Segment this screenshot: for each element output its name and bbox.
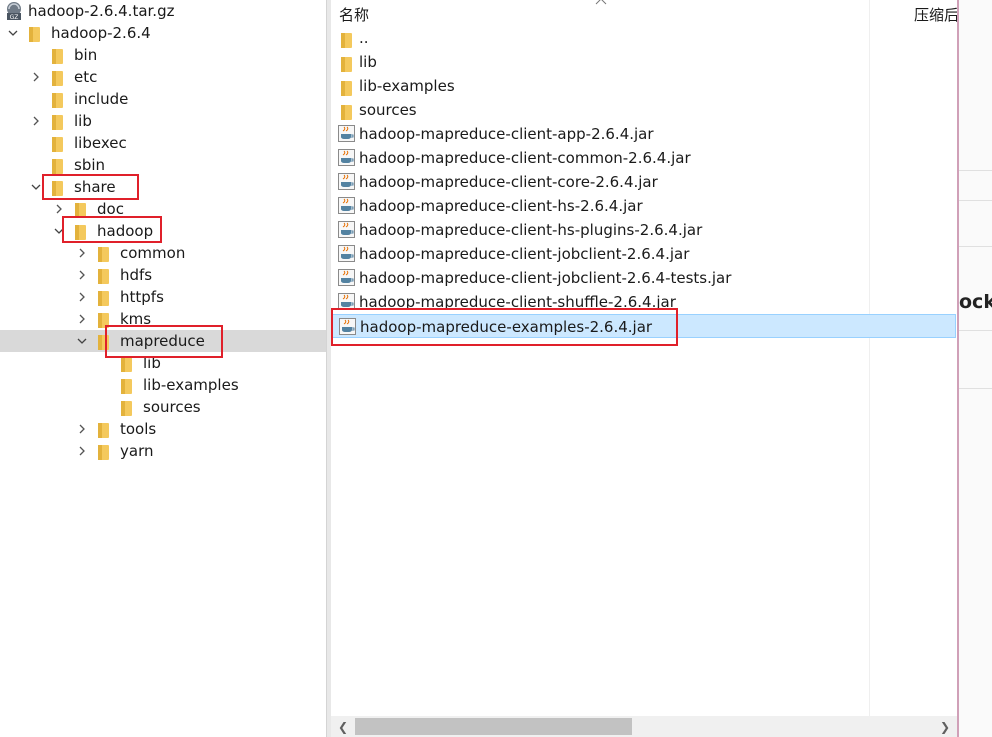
list-folder-row[interactable]: lib: [331, 50, 956, 74]
tree-item-bin[interactable]: bin: [0, 44, 326, 66]
folder-icon: [52, 114, 63, 130]
file-name: hadoop-mapreduce-client-app-2.6.4.jar: [359, 125, 654, 143]
tree-item-label: sources: [143, 398, 201, 416]
list-folder-row[interactable]: lib-examples: [331, 74, 956, 98]
list-file-row[interactable]: hadoop-mapreduce-client-hs-2.6.4.jar: [331, 194, 956, 218]
tree-root-archive[interactable]: GZ hadoop-2.6.4.tar.gz: [0, 0, 326, 22]
chevron-down-icon[interactable]: [29, 176, 43, 198]
list-file-row[interactable]: hadoop-mapreduce-client-app-2.6.4.jar: [331, 122, 956, 146]
folder-icon: [52, 92, 63, 108]
tree-item-etc[interactable]: etc: [0, 66, 326, 88]
column-header-compressed[interactable]: 压缩后: [914, 4, 957, 25]
folder-tree: GZ hadoop-2.6.4.tar.gz hadoop-2.6.4 bin et…: [0, 0, 326, 737]
chevron-down-icon[interactable]: [6, 22, 20, 44]
tree-item-libexec[interactable]: libexec: [0, 132, 326, 154]
tree-item-hadoop[interactable]: hadoop: [0, 220, 326, 242]
column-header: 名称 压缩后: [331, 0, 957, 26]
tree-item-doc[interactable]: doc: [0, 198, 326, 220]
tree-item-tools[interactable]: tools: [0, 418, 326, 440]
highlight-box-mapreduce: [105, 325, 223, 358]
folder-icon: [52, 136, 63, 152]
chevron-right-icon[interactable]: [75, 242, 89, 264]
folder-icon: [121, 356, 132, 372]
tree-item-yarn[interactable]: yarn: [0, 440, 326, 462]
folder-icon: [121, 378, 132, 394]
folder-icon: [98, 246, 109, 262]
column-header-name[interactable]: 名称: [339, 4, 369, 25]
tree-item-lib[interactable]: lib: [0, 110, 326, 132]
list-file-row[interactable]: hadoop-mapreduce-client-core-2.6.4.jar: [331, 170, 956, 194]
folder-icon: [52, 70, 63, 86]
list-file-row[interactable]: hadoop-mapreduce-client-hs-plugins-2.6.4…: [331, 218, 956, 242]
file-name: hadoop-mapreduce-client-core-2.6.4.jar: [359, 173, 658, 191]
file-name: hadoop-mapreduce-client-jobclient-2.6.4-…: [359, 269, 732, 287]
tree-item-label: hdfs: [120, 266, 153, 284]
file-name: hadoop-mapreduce-client-hs-plugins-2.6.4…: [359, 221, 703, 239]
file-name: lib: [359, 53, 377, 71]
clipped-text: ock: [959, 291, 992, 313]
tree-item-label: sbin: [74, 156, 106, 174]
chevron-right-icon[interactable]: [75, 440, 89, 462]
tree-item-include[interactable]: include: [0, 88, 326, 110]
highlight-box-hadoop: [62, 216, 162, 243]
list-file-row[interactable]: hadoop-mapreduce-client-jobclient-2.6.4-…: [331, 266, 956, 290]
tree-item-label: libexec: [74, 134, 127, 152]
folder-icon: [98, 268, 109, 284]
scroll-left-icon[interactable]: ❮: [335, 719, 351, 735]
folder-icon: [98, 290, 109, 306]
tree-item-label: hadoop-2.6.4: [51, 24, 151, 42]
file-name: lib-examples: [359, 77, 455, 95]
adjacent-window-edge: ock: [957, 0, 992, 737]
tree-item-label: yarn: [120, 442, 154, 460]
chevron-right-icon[interactable]: [75, 418, 89, 440]
tree-item-sbin[interactable]: sbin: [0, 154, 326, 176]
file-name: hadoop-mapreduce-client-common-2.6.4.jar: [359, 149, 691, 167]
tree-item-label: tools: [120, 420, 157, 438]
highlight-box-share: [42, 174, 139, 200]
tree-item-label: httpfs: [120, 288, 164, 306]
file-name: hadoop-mapreduce-client-jobclient-2.6.4.…: [359, 245, 690, 263]
tree-item-httpfs[interactable]: httpfs: [0, 286, 326, 308]
folder-icon: [52, 48, 63, 64]
tree-item-lib-examples[interactable]: lib-examples: [0, 374, 326, 396]
list-folder-row[interactable]: ..: [331, 26, 956, 50]
scrollbar-thumb[interactable]: [355, 718, 632, 735]
file-name: ..: [359, 29, 369, 47]
folder-icon: [98, 444, 109, 460]
tree-item-label: lib: [74, 112, 92, 130]
tree-item-hadoop-2.6.4[interactable]: hadoop-2.6.4: [0, 22, 326, 44]
tree-item-label: common: [120, 244, 186, 262]
chevron-right-icon[interactable]: [29, 66, 43, 88]
list-folder-row[interactable]: sources: [331, 98, 956, 122]
chevron-right-icon[interactable]: [29, 110, 43, 132]
tree-item-sources[interactable]: sources: [0, 396, 326, 418]
tree-root-label: hadoop-2.6.4.tar.gz: [28, 2, 175, 20]
file-name: sources: [359, 101, 417, 119]
folder-icon: [121, 400, 132, 416]
gz-archive-icon: GZ: [7, 2, 21, 21]
list-file-row[interactable]: hadoop-mapreduce-client-common-2.6.4.jar: [331, 146, 956, 170]
highlight-box-examples-jar: [331, 308, 678, 346]
sort-ascending-icon: [595, 0, 607, 5]
folder-icon: [29, 26, 40, 42]
tree-item-label: bin: [74, 46, 98, 64]
horizontal-scrollbar[interactable]: ❮ ❯: [331, 716, 957, 737]
tree-item-label: include: [74, 90, 129, 108]
chevron-down-icon[interactable]: [75, 330, 89, 352]
tree-item-label: lib-examples: [143, 376, 239, 394]
tree-item-common[interactable]: common: [0, 242, 326, 264]
chevron-right-icon[interactable]: [75, 308, 89, 330]
folder-icon: [98, 422, 109, 438]
tree-item-label: etc: [74, 68, 98, 86]
folder-icon: [75, 202, 86, 218]
file-list: 名称 压缩后 .. lib lib-examples sources hadoop-ma…: [331, 0, 957, 737]
svg-text:GZ: GZ: [10, 14, 19, 21]
folder-icon: [52, 158, 63, 174]
file-name: hadoop-mapreduce-client-hs-2.6.4.jar: [359, 197, 643, 215]
chevron-right-icon[interactable]: [75, 286, 89, 308]
tree-item-hdfs[interactable]: hdfs: [0, 264, 326, 286]
chevron-right-icon[interactable]: [75, 264, 89, 286]
scroll-right-icon[interactable]: ❯: [937, 719, 953, 735]
list-file-row[interactable]: hadoop-mapreduce-client-jobclient-2.6.4.…: [331, 242, 956, 266]
